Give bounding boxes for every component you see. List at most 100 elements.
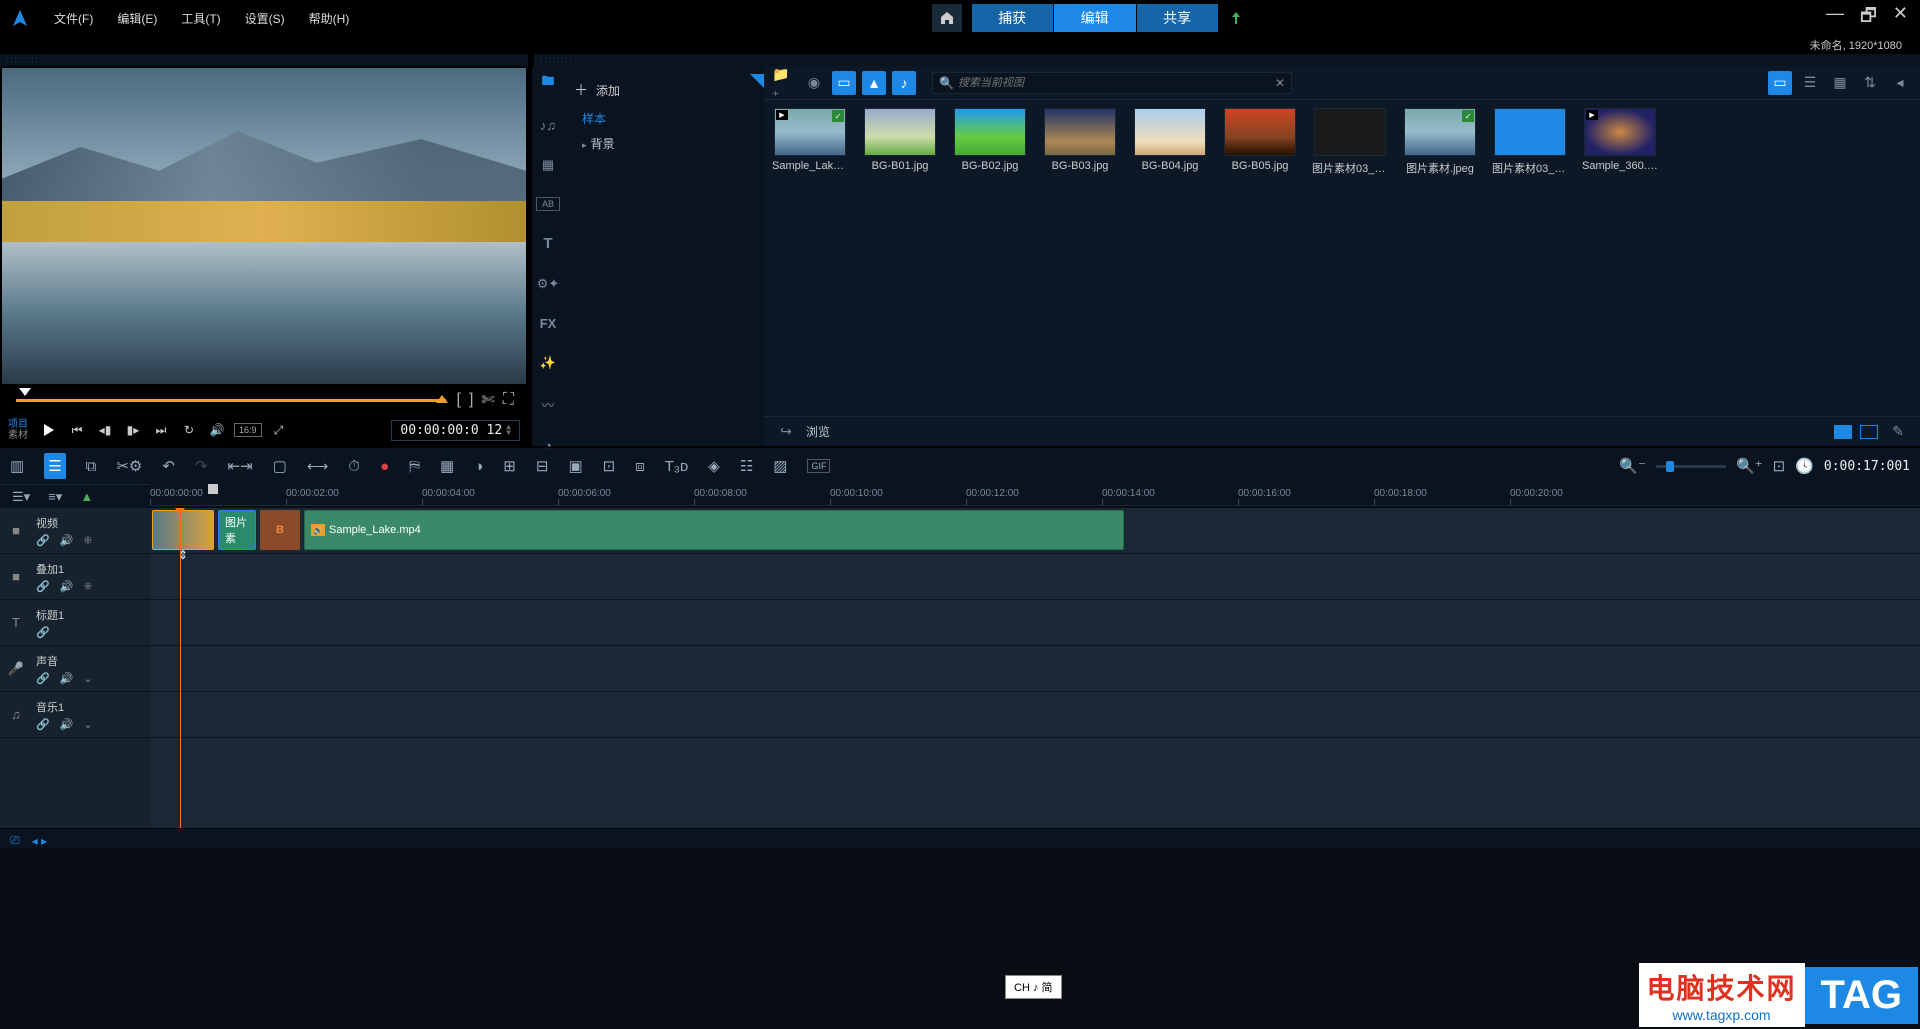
- gif-icon[interactable]: GIF: [807, 459, 830, 473]
- pan-zoom-icon[interactable]: ⊡: [603, 457, 616, 475]
- timeline-view-icon[interactable]: ☰: [44, 453, 65, 479]
- timeline-timecode[interactable]: 0:00:17:001: [1824, 459, 1910, 474]
- link-icon[interactable]: 🔗: [36, 672, 50, 685]
- settings-icon[interactable]: ✂⚙: [116, 457, 142, 475]
- favorite-corner-icon[interactable]: [750, 74, 764, 88]
- clip-thumbnail-2[interactable]: 图片素: [218, 510, 256, 550]
- browse-label[interactable]: 浏览: [806, 423, 830, 440]
- stretch-icon[interactable]: ⟷: [307, 457, 329, 475]
- track-header-overlay1[interactable]: ■ 叠加1 🔗🔊⁜: [0, 554, 150, 600]
- fx-toggle-icon[interactable]: ⁜: [83, 534, 92, 547]
- track-header-video[interactable]: ■ 视频 🔗🔊⁜: [0, 508, 150, 554]
- go-end-button[interactable]: ⏭: [150, 419, 172, 441]
- paint-icon[interactable]: ◈: [708, 457, 720, 475]
- preview-scrubber[interactable]: [ ] ✄ ⛶: [0, 386, 528, 414]
- menu-tools[interactable]: 工具(T): [171, 6, 230, 31]
- filter-photo-icon[interactable]: ▲: [862, 71, 886, 95]
- view-large-icon[interactable]: ▭: [1768, 71, 1792, 95]
- view-list-icon[interactable]: ☰: [1798, 71, 1822, 95]
- correction-icon[interactable]: ✨: [536, 355, 560, 371]
- home-button[interactable]: [932, 4, 962, 32]
- thumbnail[interactable]: ▶Sample_360.m...: [1582, 108, 1658, 176]
- subtitle-icon[interactable]: ☷: [740, 457, 753, 475]
- table-icon[interactable]: ⊟: [536, 457, 549, 475]
- track-header-music1[interactable]: ♫ 音乐1 🔗🔊⌄: [0, 692, 150, 738]
- storyboard-view-icon[interactable]: ▥: [10, 457, 24, 475]
- preview-timecode[interactable]: 00:00:00:0 12 ▲▼: [391, 420, 520, 441]
- audio-icon[interactable]: 🔊: [60, 672, 74, 685]
- tab-edit[interactable]: 编辑: [1054, 4, 1136, 32]
- expand-icon[interactable]: ⛶: [499, 391, 518, 409]
- sort-icon[interactable]: ⇅: [1858, 71, 1882, 95]
- search-input[interactable]: [958, 77, 1275, 89]
- transition-icon[interactable]: AB: [536, 197, 560, 211]
- prev-frame-button[interactable]: ◂▮: [94, 419, 116, 441]
- view-grid-icon[interactable]: ▦: [1828, 71, 1852, 95]
- library-options-icon[interactable]: ◂: [1888, 71, 1912, 95]
- undo-icon[interactable]: ↶: [162, 457, 175, 475]
- grid-tool-icon[interactable]: ⊞: [503, 457, 516, 475]
- footer-edit-icon[interactable]: ✎: [1886, 420, 1910, 444]
- thumbnail[interactable]: BG-B02.jpg: [952, 108, 1028, 176]
- status-icon-2[interactable]: ◂ ▸: [32, 834, 47, 848]
- go-start-button[interactable]: ⏮: [66, 419, 88, 441]
- multicam-icon[interactable]: ▦: [440, 457, 454, 475]
- thumbnail[interactable]: ✓图片素材.jpeg: [1402, 108, 1478, 176]
- 3d-title-icon[interactable]: T₃ᴅ: [665, 458, 689, 475]
- music-track-row[interactable]: [150, 692, 1920, 738]
- track-header-title1[interactable]: T 标题1 🔗: [0, 600, 150, 646]
- link-icon[interactable]: 🔗: [36, 718, 50, 731]
- redo-icon[interactable]: ↷: [195, 457, 208, 475]
- chapter-icon[interactable]: ▣: [568, 457, 582, 475]
- zoom-slider[interactable]: [1656, 465, 1726, 468]
- mark-in-icon[interactable]: [: [452, 391, 464, 409]
- thumbnail[interactable]: BG-B03.jpg: [1042, 108, 1118, 176]
- menu-settings[interactable]: 设置(S): [235, 6, 295, 31]
- fx-toggle-icon[interactable]: ⁜: [83, 580, 92, 593]
- thumbnail[interactable]: 图片素材03_副...: [1312, 108, 1388, 176]
- link-icon[interactable]: 🔗: [36, 626, 50, 639]
- mask-icon[interactable]: ◑: [474, 458, 483, 475]
- audio-icon[interactable]: 🔊: [60, 580, 74, 593]
- track-menu-icon[interactable]: ≡▾: [48, 489, 62, 505]
- menu-help[interactable]: 帮助(H): [299, 6, 360, 31]
- resize-icon[interactable]: ⤢: [268, 419, 290, 441]
- panel-grip[interactable]: ::::::::: [0, 54, 528, 66]
- thumbnail[interactable]: ▶✓Sample_Lake...: [772, 108, 848, 176]
- footer-blue-box-icon[interactable]: [1834, 425, 1852, 439]
- upload-icon[interactable]: [1222, 4, 1250, 32]
- fit-project-icon[interactable]: ⊡: [1773, 457, 1786, 475]
- tab-share[interactable]: 共享: [1136, 4, 1218, 32]
- color-icon[interactable]: ▨: [773, 457, 787, 475]
- maximize-button[interactable]: 🗗: [1856, 3, 1881, 33]
- track-header-voice[interactable]: 🎤 声音 🔗🔊⌄: [0, 646, 150, 692]
- mode-clip-label[interactable]: 素材: [8, 430, 28, 441]
- thumbnail[interactable]: BG-B05.jpg: [1222, 108, 1298, 176]
- tree-item-background[interactable]: 背景: [564, 131, 764, 156]
- motion-icon[interactable]: ▦: [536, 157, 560, 173]
- tracking-icon[interactable]: ◔: [536, 438, 560, 453]
- video-track-row[interactable]: 图片素 B 🔊 Sample_Lake.mp4 ⇕: [150, 508, 1920, 554]
- add-folder-button[interactable]: ＋ 添加: [564, 74, 764, 106]
- clip-thumbnail-3[interactable]: B: [260, 510, 300, 550]
- copy-attrs-icon[interactable]: ⧉: [86, 458, 97, 475]
- voice-track-row[interactable]: [150, 646, 1920, 692]
- speed-icon[interactable]: ⏱: [348, 458, 360, 475]
- clip-thumbnail-1[interactable]: [152, 510, 214, 550]
- overlay-track-row[interactable]: [150, 554, 1920, 600]
- thumbnail[interactable]: BG-B04.jpg: [1132, 108, 1208, 176]
- mode-project-label[interactable]: 项目: [8, 419, 28, 430]
- filter-video-icon[interactable]: ▭: [832, 71, 856, 95]
- record-icon[interactable]: ◉: [802, 71, 826, 95]
- panel-grip[interactable]: ::::::::: [534, 54, 1920, 66]
- clock-icon[interactable]: 🕓: [1795, 457, 1814, 475]
- footer-outline-box-icon[interactable]: [1860, 425, 1878, 439]
- menu-file[interactable]: 文件(F): [44, 6, 103, 31]
- audio-icon[interactable]: 🔊: [60, 718, 74, 731]
- timeline-ruler[interactable]: 00:00:00:0000:00:02:0000:00:04:0000:00:0…: [150, 484, 1920, 506]
- link-icon[interactable]: 🔗: [36, 534, 50, 547]
- zoom-out-icon[interactable]: 🔍⁻: [1619, 457, 1646, 475]
- import-icon[interactable]: 📁₊: [772, 71, 796, 95]
- link-icon[interactable]: 🔗: [36, 580, 50, 593]
- media-icon[interactable]: 🖿: [536, 72, 560, 94]
